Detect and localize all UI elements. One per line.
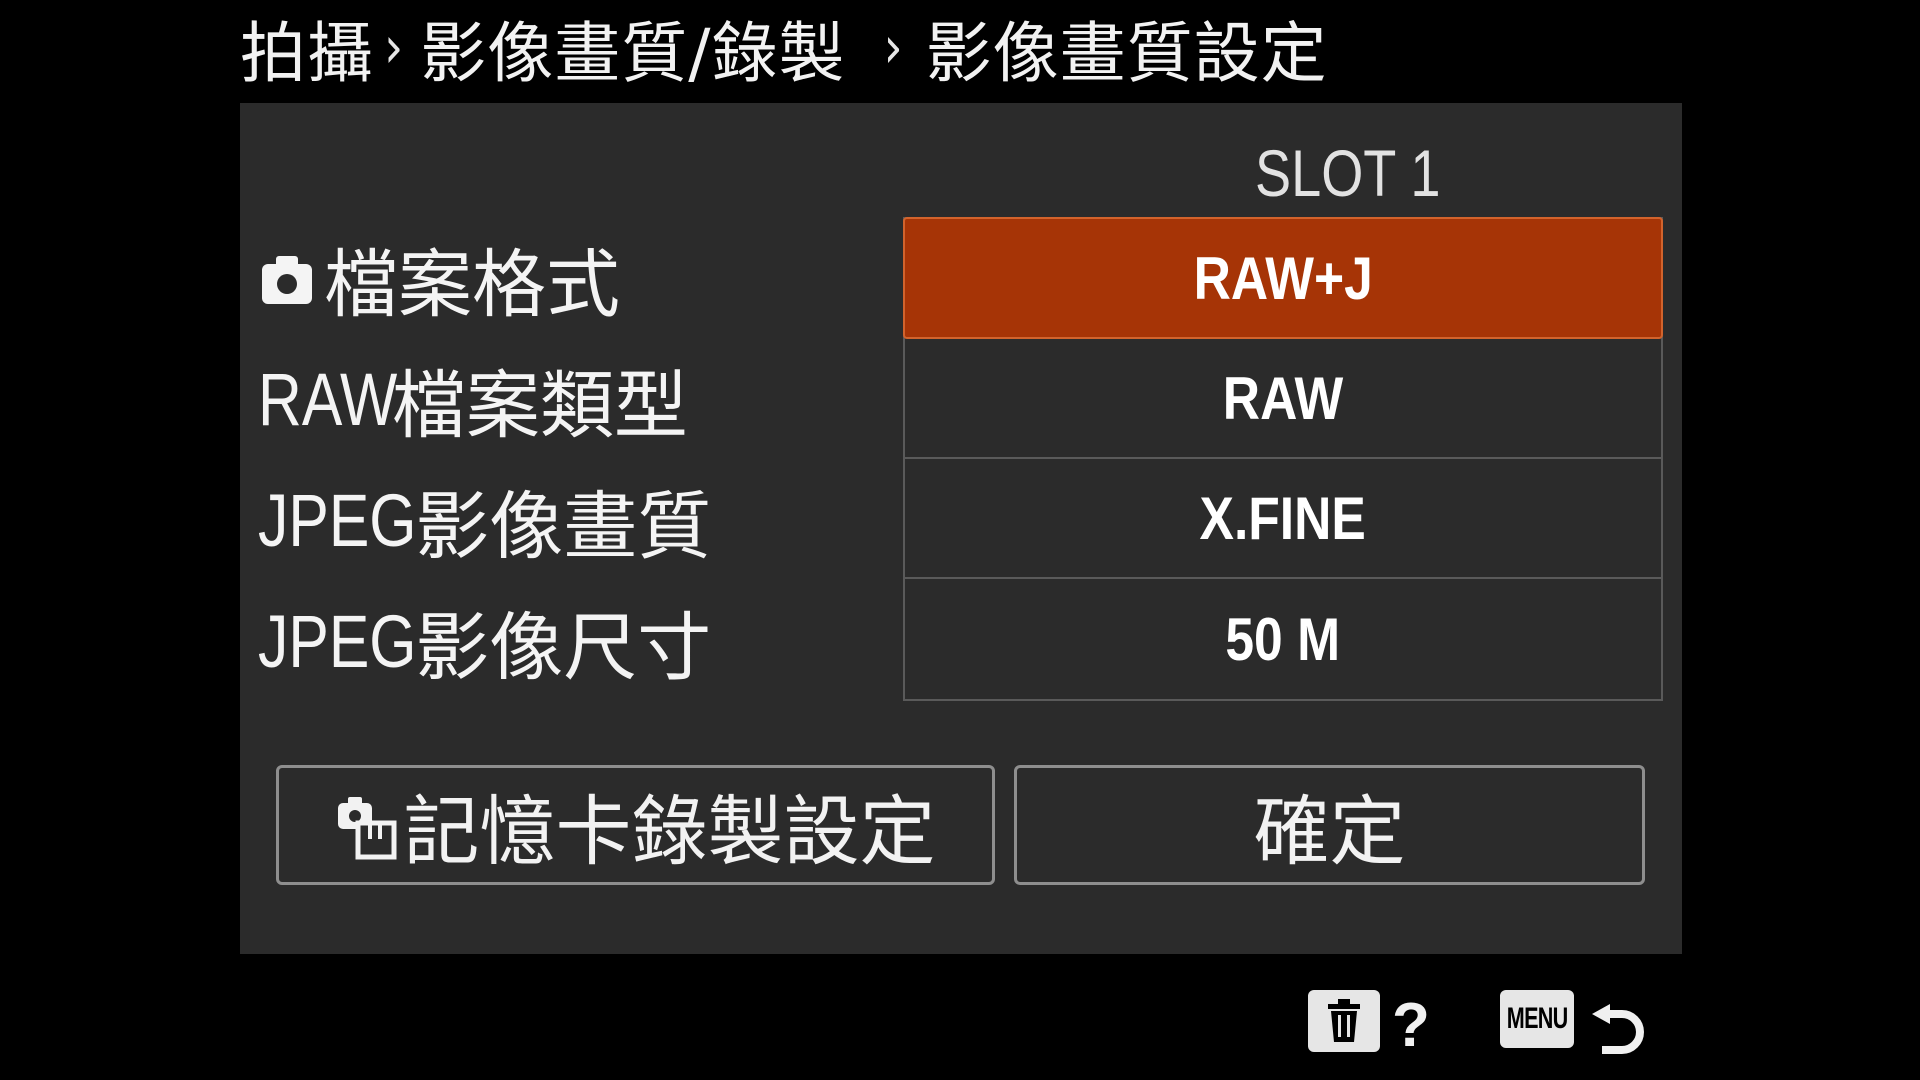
trash-icon <box>1328 999 1360 1042</box>
setting-label-latin: RAW <box>258 358 398 441</box>
breadcrumb-level3: 影像畫質設定 <box>925 15 1328 92</box>
breadcrumb-level1: 拍攝 <box>240 15 374 92</box>
menu-label: MENU <box>1506 1002 1568 1035</box>
setting-label-jpeg-size: JPEG 影像尺寸 <box>258 581 898 702</box>
button-label: 記憶卡錄製設定 <box>403 787 936 876</box>
value-text: RAW <box>1222 364 1344 432</box>
back-arrow-icon[interactable] <box>1588 990 1648 1062</box>
value-file-format[interactable]: RAW+J <box>903 217 1663 339</box>
breadcrumb-level2: 影像畫質/錄製 <box>420 15 846 92</box>
camera-icon <box>262 255 312 304</box>
setting-label-latin: JPEG <box>258 479 417 562</box>
value-text: RAW+J <box>1193 244 1373 312</box>
menu-key[interactable]: MENU <box>1500 990 1574 1048</box>
settings-values: RAW+J RAW X.FINE 50 M <box>903 217 1663 701</box>
settings-panel: SLOT 1 檔案格式 RAW 檔案類型 JPEG 影像畫質 JPEG 影像尺寸… <box>240 103 1682 954</box>
confirm-button[interactable]: 確定 <box>1014 765 1645 885</box>
breadcrumb-separator: › <box>384 14 405 82</box>
slot-title: SLOT 1 <box>1255 136 1441 210</box>
setting-label-raw-type: RAW 檔案類型 <box>258 339 898 460</box>
setting-label-text: 影像尺寸 <box>415 605 712 691</box>
setting-label-file-format: 檔案格式 <box>258 218 898 339</box>
value-raw-type[interactable]: RAW <box>905 339 1661 459</box>
setting-label-text: 檔案格式 <box>324 242 620 328</box>
setting-label-text: 檔案類型 <box>391 363 688 449</box>
setting-label-latin: JPEG <box>258 600 417 683</box>
breadcrumb-separator: › <box>883 14 904 82</box>
value-text: X.FINE <box>1199 484 1367 552</box>
button-label: 確定 <box>1253 787 1406 876</box>
delete-key[interactable] <box>1308 990 1380 1052</box>
setting-label-jpeg-quality: JPEG 影像畫質 <box>258 460 898 581</box>
help-icon[interactable]: ? <box>1392 990 1430 1060</box>
slot-header: SLOT 1 <box>900 123 1740 223</box>
camera-card-icon <box>337 797 396 860</box>
value-jpeg-quality[interactable]: X.FINE <box>905 459 1661 579</box>
value-jpeg-size[interactable]: 50 M <box>905 579 1661 699</box>
settings-labels: 檔案格式 RAW 檔案類型 JPEG 影像畫質 JPEG 影像尺寸 <box>258 218 898 702</box>
setting-label-text: 影像畫質 <box>415 484 712 570</box>
breadcrumb: 拍攝 › 影像畫質/錄製 › 影像畫質設定 <box>240 0 1328 96</box>
value-text: 50 M <box>1225 605 1341 673</box>
card-recording-settings-button[interactable]: 記憶卡錄製設定 <box>276 765 995 885</box>
